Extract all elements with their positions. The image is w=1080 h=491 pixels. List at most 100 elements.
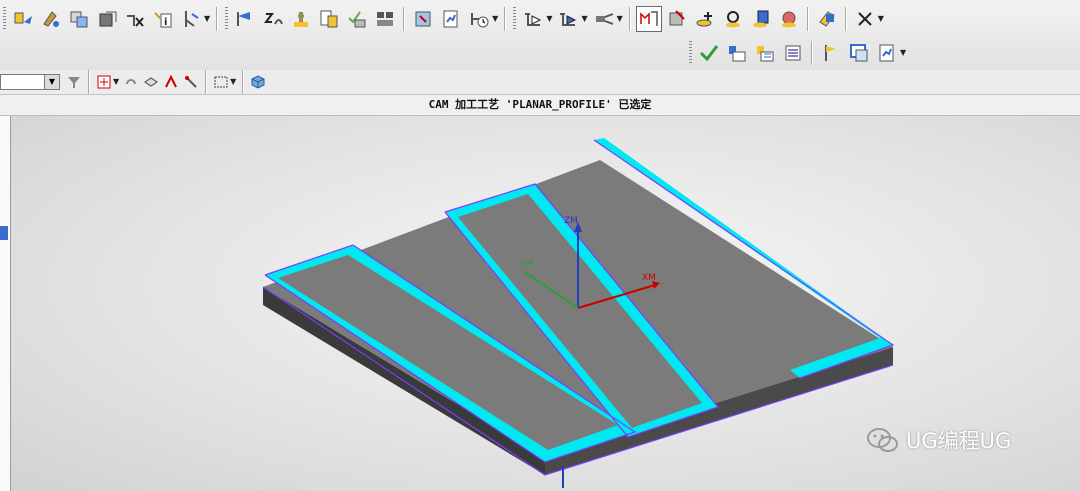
select-feature-button[interactable]	[161, 72, 181, 92]
filter-reset-icon	[68, 77, 80, 88]
simulate-button[interactable]	[438, 6, 464, 32]
window-icon	[850, 44, 868, 62]
window-button[interactable]	[846, 40, 872, 66]
path-list-button[interactable]	[260, 6, 286, 32]
information-button[interactable]: i	[150, 6, 176, 32]
replay-path-icon	[525, 13, 542, 26]
chevron-down-icon[interactable]: ▼	[492, 6, 498, 32]
rectangle-select-button[interactable]	[211, 72, 231, 92]
chevron-down-icon[interactable]: ▼	[581, 6, 587, 32]
toolbar-row-1: i ▼ ▼ ▼ ▼ ▼ ▼	[0, 4, 886, 34]
checkmark-icon	[699, 45, 719, 62]
body-icon	[144, 77, 159, 87]
select-edge-button[interactable]	[181, 72, 201, 92]
verify-button[interactable]	[288, 6, 314, 32]
watermark-text: UG编程UG	[906, 429, 1012, 453]
create-tool-icon	[43, 11, 59, 27]
list-button[interactable]	[748, 6, 774, 32]
toolbar-separator	[88, 70, 90, 94]
edit-object-button[interactable]	[232, 6, 258, 32]
tool-list-button[interactable]	[724, 40, 750, 66]
rotate-button[interactable]	[720, 6, 746, 32]
cube-icon	[251, 75, 265, 89]
wechat-icon	[867, 428, 898, 452]
display-path-button[interactable]	[466, 6, 492, 32]
replay-path-button[interactable]	[520, 6, 546, 32]
toolbar-grip[interactable]	[225, 7, 229, 31]
type-filter-combo[interactable]: ▼	[0, 74, 60, 90]
path-list-icon	[264, 13, 284, 25]
shop-doc-button[interactable]	[344, 6, 370, 32]
chevron-down-icon[interactable]: ▼	[617, 6, 623, 32]
post-icon	[879, 44, 894, 62]
show-path-button[interactable]	[591, 6, 617, 32]
create-program-icon	[14, 12, 32, 24]
create-program-button[interactable]	[10, 6, 36, 32]
toolbar-separator	[844, 7, 847, 31]
shop-doc-icon	[348, 11, 366, 28]
select-body-button[interactable]	[141, 72, 161, 92]
svg-text:i: i	[164, 17, 167, 28]
chevron-down-icon[interactable]: ▼	[546, 6, 552, 32]
create-geometry-button[interactable]	[66, 6, 92, 32]
edge-icon	[185, 76, 197, 88]
verify-icon	[294, 12, 309, 27]
chevron-down-icon[interactable]: ▼	[113, 69, 119, 95]
selection-toolbar: ▼ ▼ ▼	[0, 70, 1080, 95]
tool-list-icon	[729, 46, 746, 62]
navigator-panel[interactable]	[0, 116, 11, 491]
edit-object-icon	[237, 12, 251, 26]
rotate-icon	[725, 11, 740, 28]
status-message: CAM 加工工艺 'PLANAR_PROFILE' 已选定	[0, 95, 1080, 116]
undo-button[interactable]	[121, 72, 141, 92]
post-process-button[interactable]	[316, 6, 342, 32]
close-button[interactable]	[852, 6, 878, 32]
toolbar-separator	[504, 7, 507, 31]
cut-list-icon	[785, 45, 801, 61]
toolbar-grip[interactable]	[3, 7, 6, 31]
toolbar-grip[interactable]	[513, 7, 517, 31]
output-button[interactable]	[776, 6, 802, 32]
output-icon	[781, 11, 796, 28]
machine-tool-button[interactable]	[410, 6, 436, 32]
cut-sequence-button[interactable]	[372, 6, 398, 32]
generate-path-icon	[640, 11, 658, 26]
navigator-tab[interactable]	[0, 226, 8, 240]
snap-point-button[interactable]	[94, 72, 114, 92]
toolbar-separator	[205, 70, 208, 94]
chevron-down-icon[interactable]: ▼	[900, 40, 906, 66]
z-axis-label: ZM	[564, 216, 578, 226]
tool-manager-button[interactable]	[664, 6, 690, 32]
chevron-down-icon[interactable]: ▼	[878, 6, 884, 32]
toolbar-separator	[403, 7, 406, 31]
chevron-down-icon[interactable]: ▼	[204, 6, 210, 32]
post-button[interactable]	[874, 40, 900, 66]
feed-button[interactable]	[555, 6, 581, 32]
toolbar-grip[interactable]	[689, 41, 692, 65]
flag-button[interactable]	[818, 40, 844, 66]
cut-list-button[interactable]	[780, 40, 806, 66]
toolbar-separator	[242, 70, 245, 94]
delete-button[interactable]	[122, 6, 148, 32]
reset-filter-button[interactable]	[64, 72, 84, 92]
multi-tool-button[interactable]	[752, 40, 778, 66]
filter-button[interactable]	[178, 6, 204, 32]
export-button[interactable]	[814, 6, 840, 32]
toolbar-separator	[806, 7, 809, 31]
x-axis-label: XM	[642, 273, 656, 283]
shaded-view-button[interactable]	[248, 72, 268, 92]
snap-point-icon	[97, 75, 111, 89]
verify-ok-button[interactable]	[696, 40, 722, 66]
chevron-down-icon[interactable]: ▼	[230, 69, 236, 95]
toolbar-separator	[811, 41, 813, 65]
machine-tool-icon	[415, 11, 431, 27]
y-axis-label: YM	[519, 259, 533, 269]
create-method-button[interactable]	[94, 6, 120, 32]
generate-path-button[interactable]	[635, 6, 662, 32]
create-tool-button[interactable]	[38, 6, 64, 32]
feature-icon	[165, 74, 178, 88]
toolbar-area: i ▼ ▼ ▼ ▼ ▼ ▼ ▼	[0, 0, 1080, 71]
chevron-down-icon[interactable]: ▼	[44, 75, 59, 89]
translate-button[interactable]	[692, 6, 718, 32]
toolbar-separator	[216, 7, 219, 31]
